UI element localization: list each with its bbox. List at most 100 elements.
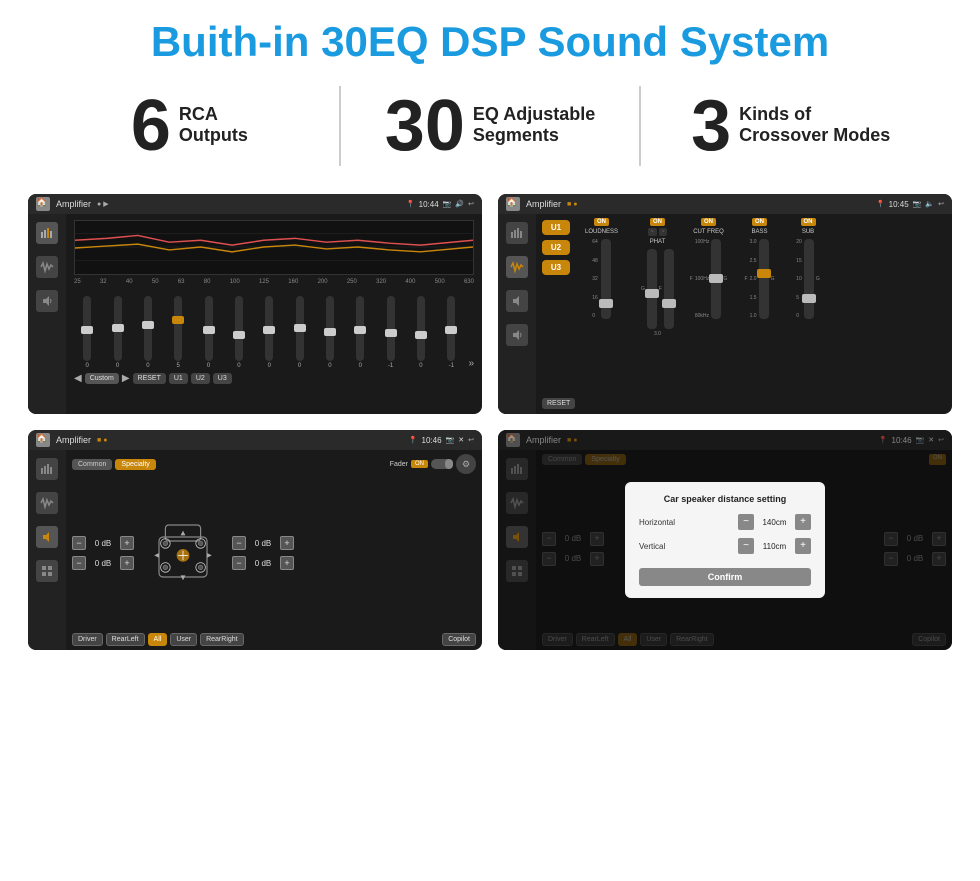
eq-slider-0[interactable]: 0 xyxy=(74,296,100,369)
speaker-home-icon[interactable]: 🏠 xyxy=(36,433,50,447)
eq-u3-btn[interactable]: U3 xyxy=(213,373,232,384)
eq-back-icon[interactable]: ↩ xyxy=(468,200,474,208)
eq-vol-icon: 🔊 xyxy=(455,200,464,208)
speaker-btn-driver[interactable]: Driver xyxy=(72,633,103,646)
eq-slider-4[interactable]: 0 xyxy=(195,296,221,369)
dialog-vertical-plus[interactable]: + xyxy=(795,538,811,554)
amp-sidebar-eq-icon[interactable] xyxy=(506,222,528,244)
eq-slider-8[interactable]: 0 xyxy=(317,296,343,369)
home-icon[interactable]: 🏠 xyxy=(36,197,50,211)
eq-prev-arrow[interactable]: ◀ xyxy=(74,373,82,384)
car-diagram xyxy=(138,479,228,627)
speaker-btn-user[interactable]: User xyxy=(170,633,197,646)
phat-label: PHAT xyxy=(650,239,666,245)
sp-sidebar-wave-icon[interactable] xyxy=(36,492,58,514)
amp-sidebar-wave-icon[interactable] xyxy=(506,256,528,278)
eq-u1-btn[interactable]: U1 xyxy=(169,373,188,384)
amp-u1-btn[interactable]: U1 xyxy=(542,220,570,235)
db-value-tl: 0 dB xyxy=(89,539,117,548)
eq-slider-12[interactable]: -1 xyxy=(438,296,464,369)
eq-custom-btn[interactable]: Custom xyxy=(85,373,119,384)
dialog-horizontal-minus[interactable]: − xyxy=(738,514,754,530)
speaker-btn-copilot[interactable]: Copilot xyxy=(442,633,476,646)
eq-slider-1[interactable]: 0 xyxy=(104,296,130,369)
eq-location-icon: 📍 xyxy=(406,200,415,208)
speaker-tabs-row: Common Specialty Fader ON ⚙ xyxy=(72,454,476,474)
phat-slider-g[interactable] xyxy=(647,249,657,329)
eq-slider-2[interactable]: 0 xyxy=(135,296,161,369)
eq-slider-5[interactable]: 0 xyxy=(226,296,252,369)
speaker-bottom-row: Driver RearLeft All User RearRight Copil… xyxy=(72,633,476,646)
amp-sidebar-speaker-icon[interactable] xyxy=(506,290,528,312)
eq-slider-6[interactable]: 0 xyxy=(256,296,282,369)
speaker-tab-common[interactable]: Common xyxy=(72,459,112,470)
speaker-btn-all[interactable]: All xyxy=(148,633,168,646)
eq-slider-10[interactable]: -1 xyxy=(377,296,403,369)
db-value-tr: 0 dB xyxy=(249,539,277,548)
dialog-horizontal-row: Horizontal − 140cm + xyxy=(639,514,811,530)
amp-u2-btn[interactable]: U2 xyxy=(542,240,570,255)
sub-label: SUB xyxy=(802,229,814,235)
amp-channel-loudness: ON LOUDNESS 644832160 xyxy=(574,218,629,388)
eq-slider-9[interactable]: 0 xyxy=(347,296,373,369)
fader-on-badge[interactable]: ON xyxy=(411,460,428,468)
sp-sidebar-expand-icon[interactable] xyxy=(36,560,58,582)
eq-sidebar-wave-icon[interactable] xyxy=(36,256,58,278)
confirm-button[interactable]: Confirm xyxy=(639,568,811,586)
sp-sidebar-speaker-icon[interactable] xyxy=(36,526,58,548)
loudness-label: LOUDNESS xyxy=(585,229,618,235)
amp-back-icon[interactable]: ↩ xyxy=(938,200,944,208)
bass-on-badge[interactable]: ON xyxy=(752,218,767,226)
eq-sidebar-eq-icon[interactable] xyxy=(36,222,58,244)
bass-slider[interactable] xyxy=(759,239,769,319)
eq-slider-11[interactable]: 0 xyxy=(408,296,434,369)
db-minus-bl[interactable]: − xyxy=(72,556,86,570)
eq-reset-btn[interactable]: RESET xyxy=(133,373,166,384)
eq-sidebar-speaker-icon[interactable] xyxy=(36,290,58,312)
stat-rca: 6 RCA Outputs xyxy=(60,90,319,162)
db-plus-tr[interactable]: + xyxy=(280,536,294,550)
phat-slider-f[interactable] xyxy=(664,249,674,329)
db-minus-tr[interactable]: − xyxy=(232,536,246,550)
speaker-settings-icon[interactable]: ⚙ xyxy=(456,454,476,474)
db-minus-br[interactable]: − xyxy=(232,556,246,570)
stat-label-rca-line2: Outputs xyxy=(179,125,248,146)
amp-home-icon[interactable]: 🏠 xyxy=(506,197,520,211)
eq-status-bar: 🏠 Amplifier ● ▶ 📍 10:44 📷 🔊 ↩ xyxy=(28,194,482,214)
amp-channel-cutfreq: ON CUT FREQ F 100Hz100Hz80kHz xyxy=(686,218,731,388)
cutfreq-on-badge[interactable]: ON xyxy=(701,218,716,226)
amp-channel-bass: ON BASS F 3.02.52.01.51.0 xyxy=(737,218,782,388)
db-minus-tl[interactable]: − xyxy=(72,536,86,550)
eq-graph xyxy=(74,220,474,275)
loudness-slider[interactable] xyxy=(601,239,611,319)
sp-sidebar-eq-icon[interactable] xyxy=(36,458,58,480)
eq-slider-3[interactable]: 5 xyxy=(165,296,191,369)
loudness-on-badge[interactable]: ON xyxy=(594,218,609,226)
speaker-btn-rearright[interactable]: RearRight xyxy=(200,633,244,646)
eq-next-arrow[interactable]: ▶ xyxy=(122,373,130,384)
dialog-vertical-value: 110cm xyxy=(757,542,792,551)
fader-slider[interactable] xyxy=(431,459,453,469)
cutfreq-slider[interactable] xyxy=(711,239,721,319)
db-plus-bl[interactable]: + xyxy=(120,556,134,570)
eq-more-icon[interactable]: » xyxy=(468,358,474,369)
stat-label-crossover-line2: Crossover Modes xyxy=(739,125,890,146)
eq-slider-7[interactable]: 0 xyxy=(286,296,312,369)
amp-sidebar-vol-icon[interactable] xyxy=(506,324,528,346)
speaker-back-icon[interactable]: ↩ xyxy=(468,436,474,444)
eq-u2-btn[interactable]: U2 xyxy=(191,373,210,384)
dialog-horizontal-plus[interactable]: + xyxy=(795,514,811,530)
phat-on-badge[interactable]: ON xyxy=(650,218,665,226)
sub-on-badge[interactable]: ON xyxy=(801,218,816,226)
db-plus-tl[interactable]: + xyxy=(120,536,134,550)
speaker-btn-rearleft[interactable]: RearLeft xyxy=(106,633,145,646)
amp-u3-btn[interactable]: U3 xyxy=(542,260,570,275)
fader-row: Fader ON xyxy=(390,459,453,469)
dialog-vertical-minus[interactable]: − xyxy=(738,538,754,554)
db-plus-br[interactable]: + xyxy=(280,556,294,570)
sub-slider[interactable] xyxy=(804,239,814,319)
amp-reset-btn[interactable]: RESET xyxy=(542,398,575,409)
speaker-tab-specialty[interactable]: Specialty xyxy=(115,459,155,470)
speaker-cam-icon: 📷 xyxy=(446,436,455,444)
speaker-left-panel: − 0 dB + − 0 dB + xyxy=(72,479,134,627)
